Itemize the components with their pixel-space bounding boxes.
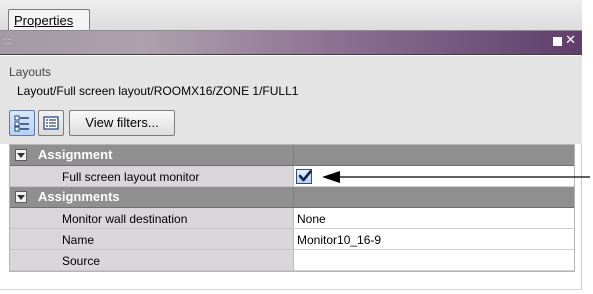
category-label: Assignment — [38, 147, 113, 162]
category-label: Assignments — [38, 189, 120, 204]
category-cell: Assignment — [10, 145, 293, 166]
title-bar-controls: ✕ — [553, 34, 576, 47]
selection-path: Layout/Full screen layout/ROOMX16/ZONE 1… — [17, 84, 299, 98]
property-label: Full screen layout monitor — [62, 170, 200, 184]
property-value-cell[interactable]: None — [293, 208, 574, 229]
drag-grip-icon[interactable]: ⁚⁚⁚⁚ — [3, 38, 12, 46]
property-value[interactable]: None — [297, 212, 326, 226]
category-cell: Assignments — [10, 187, 293, 208]
property-value-cell[interactable]: Monitor10_16-9 — [293, 229, 574, 250]
full-screen-layout-monitor-checkbox[interactable] — [296, 169, 312, 184]
property-grid: Assignment Full screen layout monitor As… — [9, 144, 575, 272]
tab-properties-label: Properties — [14, 13, 74, 28]
property-label: Name — [62, 233, 95, 247]
panel-title-bar[interactable]: ⁚⁚⁚⁚ ✕ — [0, 31, 582, 55]
selection-type-label: Layouts — [9, 65, 52, 79]
collapse-icon[interactable] — [15, 191, 27, 203]
property-label-cell: Source — [10, 250, 293, 271]
category-row-assignment[interactable]: Assignment — [10, 145, 574, 166]
property-label-cell: Full screen layout monitor — [10, 166, 293, 187]
selection-info-panel: Layouts Layout/Full screen layout/ROOMX1… — [0, 56, 582, 104]
property-value-cell — [293, 166, 574, 187]
property-label: Source — [62, 254, 101, 268]
categorized-view-button[interactable] — [9, 110, 35, 136]
property-label-cell: Name — [10, 229, 293, 250]
property-row-full-screen-layout-monitor: Full screen layout monitor — [10, 166, 574, 187]
property-row-source: Source — [10, 250, 574, 271]
categorized-view-icon — [14, 115, 29, 132]
view-filters-button[interactable]: View filters... — [69, 110, 175, 136]
property-row-monitor-wall-destination: Monitor wall destination None — [10, 208, 574, 229]
properties-toolbar: View filters... — [0, 104, 582, 144]
property-label: Monitor wall destination — [62, 212, 188, 226]
property-row-name: Name Monitor10_16-9 — [10, 229, 574, 250]
tab-properties[interactable]: Properties — [8, 9, 90, 30]
category-value-cell — [293, 145, 574, 166]
list-view-icon — [43, 116, 59, 130]
checkmark-icon — [298, 170, 312, 182]
property-label-cell: Monitor wall destination — [10, 208, 293, 229]
property-value[interactable]: Monitor10_16-9 — [297, 233, 381, 247]
close-icon[interactable]: ✕ — [565, 34, 576, 47]
category-row-assignments[interactable]: Assignments — [10, 187, 574, 208]
properties-window: Properties ⁚⁚⁚⁚ ✕ Layouts Layout/Full sc… — [0, 0, 582, 290]
maximize-icon[interactable] — [553, 36, 563, 46]
category-value-cell — [293, 187, 574, 208]
collapse-icon[interactable] — [15, 149, 27, 161]
property-value-cell[interactable] — [293, 250, 574, 271]
list-view-button[interactable] — [38, 110, 64, 136]
tab-strip: Properties — [0, 0, 582, 31]
